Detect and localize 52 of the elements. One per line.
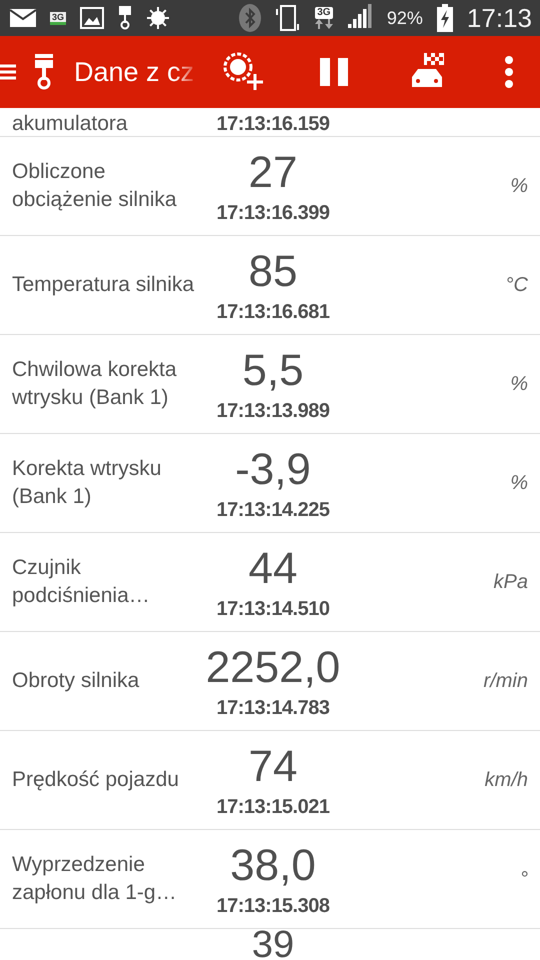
- reading-label: Obroty silnika: [12, 668, 140, 694]
- vibrate-icon: [274, 4, 301, 32]
- reading-unit: %: [510, 174, 528, 198]
- reading-value: 74: [248, 742, 298, 792]
- reading-value: 27: [248, 148, 298, 198]
- reading-time: 17:13:14.783: [216, 696, 330, 720]
- piston-icon: [34, 54, 54, 90]
- mail-icon: [10, 9, 36, 27]
- gauge-plus-icon[interactable]: [223, 52, 265, 92]
- reading-unit: kPa: [494, 570, 528, 594]
- reading-unit: °C: [506, 274, 528, 296]
- network-type-label: 3G: [315, 7, 333, 19]
- network-notification-icon: 3G: [50, 12, 66, 24]
- reading-time: 17:13:16.399: [216, 202, 330, 224]
- piston-icon: [118, 6, 132, 30]
- reading-value: 38,0: [230, 840, 316, 890]
- bluetooth-icon: [238, 4, 261, 32]
- reading-unit: r/min: [484, 670, 528, 692]
- clock: 17:13: [466, 2, 532, 34]
- reading-time: 17:13:14.510: [216, 598, 330, 620]
- data-arrows-icon: [314, 19, 333, 29]
- reading-label: Wyprzedzenie zapłonu dla 1-g…: [12, 852, 178, 906]
- reading-time: 17:13:13.989: [216, 400, 330, 422]
- sun-icon: [146, 6, 170, 30]
- reading-unit: %: [510, 472, 528, 494]
- pause-icon[interactable]: [320, 58, 348, 86]
- more-options-icon[interactable]: [505, 56, 513, 88]
- reading-label: Chwilowa korekta wtrysku (Bank 1): [12, 357, 178, 411]
- reading-label: Temperatura silnika: [12, 272, 196, 298]
- reading-value: -3,9: [235, 444, 311, 494]
- screen-title: Dane z cz: [74, 56, 196, 88]
- reading-unit: °: [520, 868, 528, 890]
- image-icon: [80, 7, 104, 29]
- reading-unit: %: [510, 372, 528, 396]
- reading-time: 17:13:14.225: [216, 498, 330, 522]
- reading-label: Korekta wtrysku (Bank 1): [12, 456, 162, 510]
- reading-label: akumulatora: [12, 112, 129, 136]
- reading-value: 85: [248, 246, 298, 296]
- reading-time: 17:13:16.681: [216, 300, 330, 324]
- reading-label: Obliczone obciążenie silnika: [12, 159, 178, 213]
- reading-unit: km/h: [484, 768, 528, 792]
- battery-percent: 92%: [386, 8, 423, 28]
- reading-value: 5,5: [242, 346, 304, 396]
- reading-label: Prędkość pojazdu: [12, 767, 180, 793]
- reading-time: 17:13:15.021: [216, 796, 330, 818]
- reading-label: Czujnik podciśnienia…: [12, 555, 151, 609]
- reading-time: 17:13:15.308: [216, 894, 330, 918]
- reading-value: 39: [252, 929, 294, 960]
- reading-time: 17:13:16.159: [216, 113, 330, 136]
- battery-charging-icon: [436, 4, 453, 32]
- reading-value: 44: [248, 544, 298, 594]
- reading-value: 2252,0: [206, 642, 340, 692]
